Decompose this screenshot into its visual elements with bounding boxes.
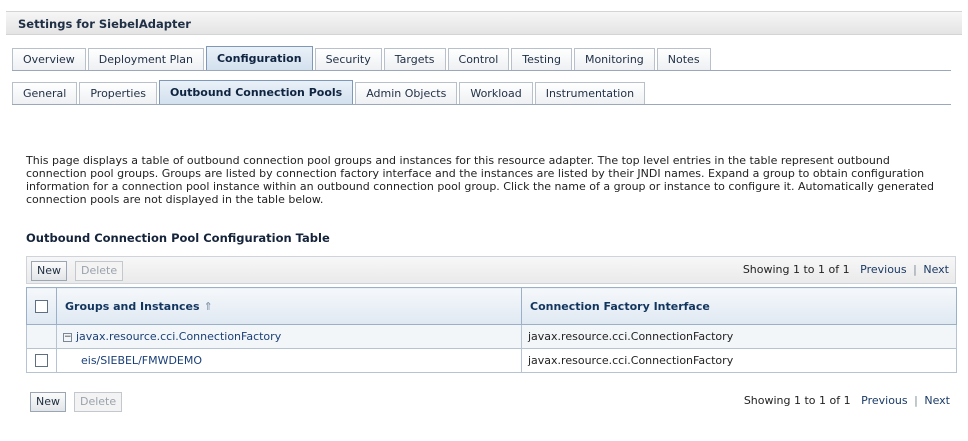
next-link-bottom[interactable]: Next	[924, 394, 950, 407]
table-toolbar-top: New Delete Showing 1 to 1 of 1 Previous …	[26, 256, 956, 284]
pager-top: Showing 1 to 1 of 1 Previous | Next	[743, 263, 949, 276]
subtab-properties[interactable]: Properties	[79, 82, 157, 104]
pager-separator: |	[913, 263, 917, 276]
page-description: This page displays a table of outbound c…	[26, 154, 935, 206]
row-select-cell	[26, 324, 57, 349]
subtab-instrumentation[interactable]: Instrumentation	[534, 82, 646, 104]
pager-bottom: Showing 1 to 1 of 1 Previous | Next	[744, 394, 950, 407]
next-link-top[interactable]: Next	[923, 263, 949, 276]
new-button-top[interactable]: New	[31, 261, 67, 281]
tab-notes[interactable]: Notes	[656, 48, 711, 70]
delete-button-bottom[interactable]: Delete	[74, 392, 123, 412]
settings-header: Settings for SiebelAdapter	[6, 11, 962, 35]
tab-overview[interactable]: Overview	[12, 48, 86, 70]
tab-configuration[interactable]: Configuration	[205, 46, 313, 70]
interface-cell: javax.resource.cci.ConnectionFactory	[521, 324, 957, 349]
group-name-cell: − javax.resource.cci.ConnectionFactory	[56, 324, 522, 349]
tab-security[interactable]: Security	[314, 48, 382, 70]
delete-button-top[interactable]: Delete	[75, 261, 124, 281]
group-link[interactable]: javax.resource.cci.ConnectionFactory	[76, 330, 281, 343]
top-spacer	[0, 0, 968, 10]
primary-tab-bar: Overview Deployment Plan Configuration S…	[12, 46, 713, 70]
new-button-bottom[interactable]: New	[30, 392, 66, 412]
subtab-outbound-connection-pools[interactable]: Outbound Connection Pools	[158, 80, 354, 104]
tab-deployment-plan[interactable]: Deployment Plan	[87, 48, 204, 70]
select-all-checkbox[interactable]	[35, 299, 48, 313]
sort-icon[interactable]: ⇑	[204, 300, 213, 313]
subtab-general[interactable]: General	[12, 82, 78, 104]
row-checkbox[interactable]	[35, 354, 48, 368]
previous-link-top[interactable]: Previous	[860, 263, 907, 276]
instance-name-cell: eis/SIEBEL/FMWDEMO	[56, 348, 522, 373]
previous-link-bottom[interactable]: Previous	[861, 394, 908, 407]
interface-cell: javax.resource.cci.ConnectionFactory	[521, 348, 957, 373]
secondary-tab-divider	[12, 104, 951, 105]
tab-targets[interactable]: Targets	[383, 48, 446, 70]
collapse-icon[interactable]: −	[63, 332, 72, 342]
secondary-tab-bar: General Properties Outbound Connection P…	[12, 80, 647, 104]
subtab-admin-objects[interactable]: Admin Objects	[355, 82, 458, 104]
table-header-row: Groups and Instances ⇑ Connection Factory…	[26, 287, 957, 325]
column-label-groups: Groups and Instances	[65, 299, 200, 313]
table-title: Outbound Connection Pool Configuration T…	[26, 231, 330, 245]
pager-status: Showing 1 to 1 of 1	[743, 394, 851, 407]
row-select-cell	[26, 348, 57, 373]
column-header-groups[interactable]: Groups and Instances ⇑	[56, 287, 522, 325]
table-toolbar-bottom: New Delete Showing 1 to 1 of 1 Previous …	[26, 388, 956, 416]
column-header-interface[interactable]: Connection Factory Interface	[521, 287, 957, 325]
pager-status: Showing 1 to 1 of 1	[742, 263, 850, 276]
tab-control[interactable]: Control	[447, 48, 510, 70]
subtab-workload[interactable]: Workload	[459, 82, 533, 104]
pager-separator: |	[914, 394, 918, 407]
tab-monitoring[interactable]: Monitoring	[573, 48, 655, 70]
connection-pool-table: Groups and Instances ⇑ Connection Factory…	[26, 287, 957, 373]
tab-testing[interactable]: Testing	[511, 48, 572, 70]
table-row: − javax.resource.cci.ConnectionFactory ja…	[26, 324, 957, 349]
page-title: Settings for SiebelAdapter	[18, 17, 191, 31]
table-row: eis/SIEBEL/FMWDEMO javax.resource.cci.Co…	[26, 348, 957, 373]
select-all-cell	[26, 287, 57, 325]
instance-link[interactable]: eis/SIEBEL/FMWDEMO	[81, 354, 202, 367]
primary-tab-divider	[12, 70, 951, 71]
